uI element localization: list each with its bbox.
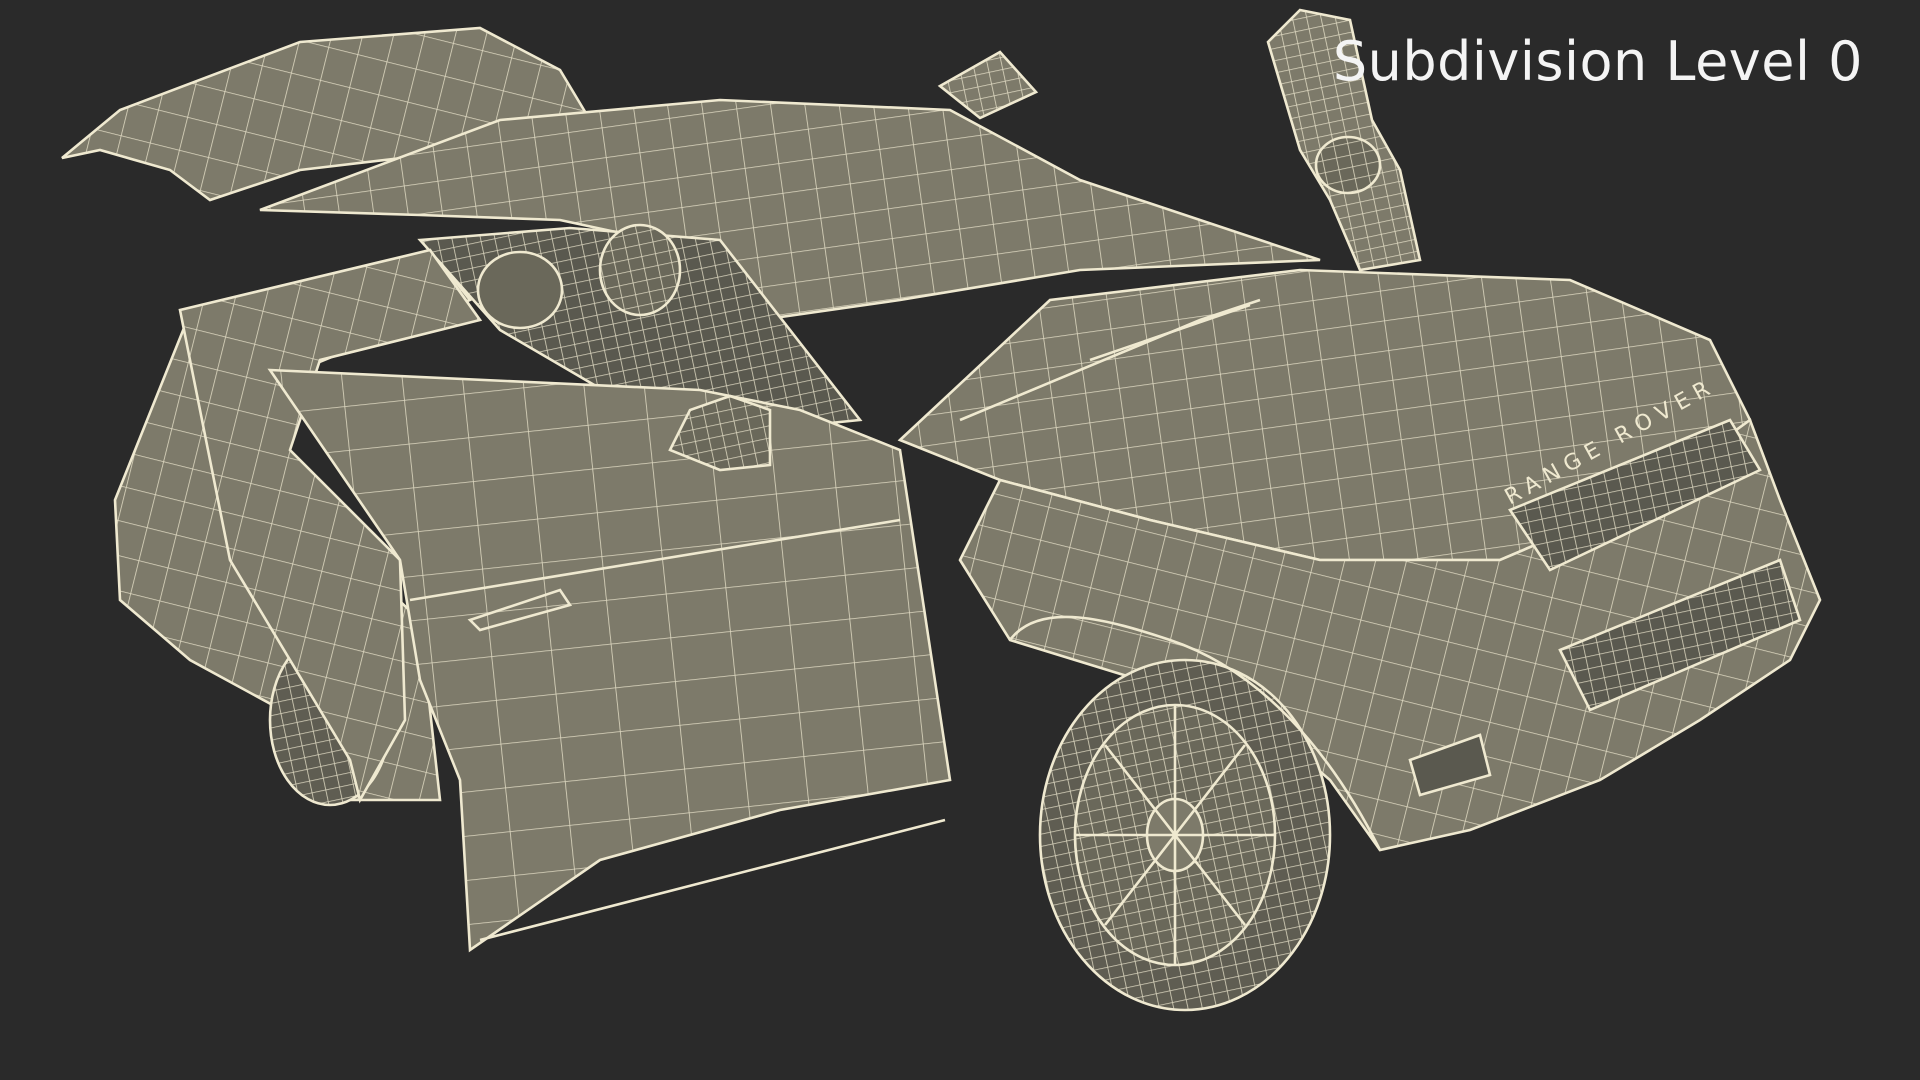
subdivision-level-label: Subdivision Level 0 <box>1332 30 1863 93</box>
front-wheel <box>1038 658 1332 1012</box>
render-viewport: RANGE ROVER Subdivision Level 0 <box>0 0 1920 1080</box>
car-wireframe-render: RANGE ROVER <box>61 8 1822 1012</box>
roof-panel-open <box>937 50 1039 120</box>
